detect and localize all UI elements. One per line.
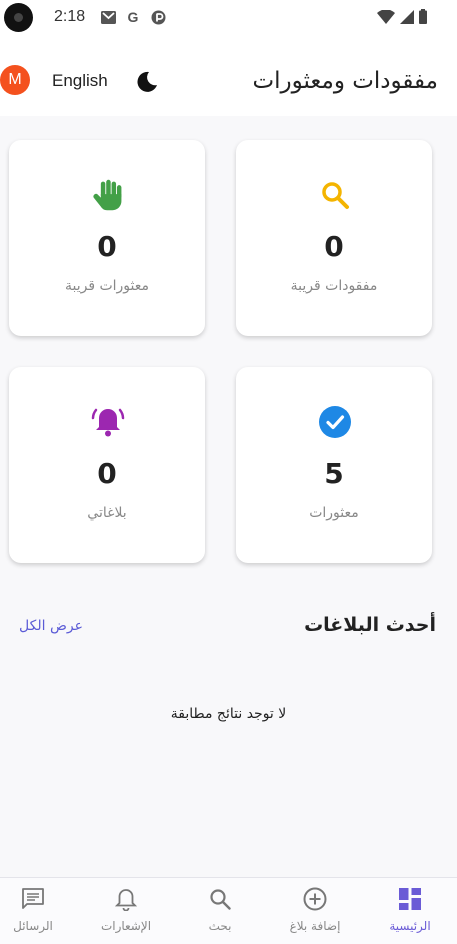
message-icon [21, 887, 45, 911]
app-title: مفقودات ومعثورات [252, 68, 438, 94]
nav-notifications-label: الإشعارات [100, 919, 152, 933]
check-circle-icon [318, 405, 352, 439]
avatar[interactable]: M [0, 65, 30, 95]
found-label: معثورات [309, 505, 359, 521]
nav-add-report-label: إضافة بلاغ [289, 919, 341, 933]
nav-home[interactable]: الرئيسية [365, 878, 455, 944]
dashboard-icon [398, 887, 422, 911]
bell-ringing-icon [91, 405, 125, 439]
camera-cutout [4, 3, 33, 32]
app-notification-icon [150, 9, 166, 25]
found-card[interactable]: 5 معثورات [236, 367, 432, 563]
status-bar: 2:18 G [0, 0, 457, 36]
app-bar: M English مفقودات ومعثورات [0, 36, 457, 116]
battery-icon [419, 9, 427, 24]
nearby-lost-card[interactable]: 0 مفقودات قريبة [236, 140, 432, 336]
recent-reports-title: أحدث البلاغات [304, 614, 436, 636]
google-icon: G [127, 9, 139, 25]
empty-results-message: لا توجد نتائج مطابقة [170, 706, 287, 722]
nav-search-label: بحث [208, 919, 232, 933]
view-all-link[interactable]: عرض الكل [19, 618, 83, 634]
gmail-icon [100, 9, 116, 25]
nearby-found-count: 0 [97, 230, 117, 263]
signal-icon [400, 9, 414, 24]
hand-icon [91, 178, 125, 212]
status-time: 2:18 [54, 8, 86, 25]
nav-add-report[interactable]: إضافة بلاغ [270, 878, 360, 944]
my-reports-label: بلاغاتي [87, 505, 127, 521]
system-icons [377, 9, 427, 24]
dark-mode-icon[interactable] [135, 70, 159, 94]
nav-search[interactable]: بحث [175, 878, 265, 944]
search-icon [318, 178, 352, 212]
found-count: 5 [324, 457, 344, 490]
notification-icons: G [100, 9, 166, 25]
my-reports-card[interactable]: 0 بلاغاتي [9, 367, 205, 563]
add-circle-icon [303, 887, 327, 911]
wifi-icon [377, 9, 395, 24]
nearby-lost-count: 0 [324, 230, 344, 263]
nearby-found-card[interactable]: 0 معثورات قريبة [9, 140, 205, 336]
bottom-navigation: الرئيسية إضافة بلاغ بحث الإشعارات الرسائ… [0, 877, 457, 944]
bell-icon [114, 887, 138, 911]
nav-notifications[interactable]: الإشعارات [81, 878, 171, 944]
nearby-lost-label: مفقودات قريبة [290, 278, 378, 294]
nav-home-label: الرئيسية [389, 919, 431, 933]
search-icon [208, 887, 232, 911]
nav-messages-label: الرسائل [13, 919, 53, 933]
language-toggle[interactable]: English [52, 71, 108, 91]
my-reports-count: 0 [97, 457, 117, 490]
nearby-found-label: معثورات قريبة [64, 278, 150, 294]
nav-messages[interactable]: الرسائل [0, 878, 78, 944]
